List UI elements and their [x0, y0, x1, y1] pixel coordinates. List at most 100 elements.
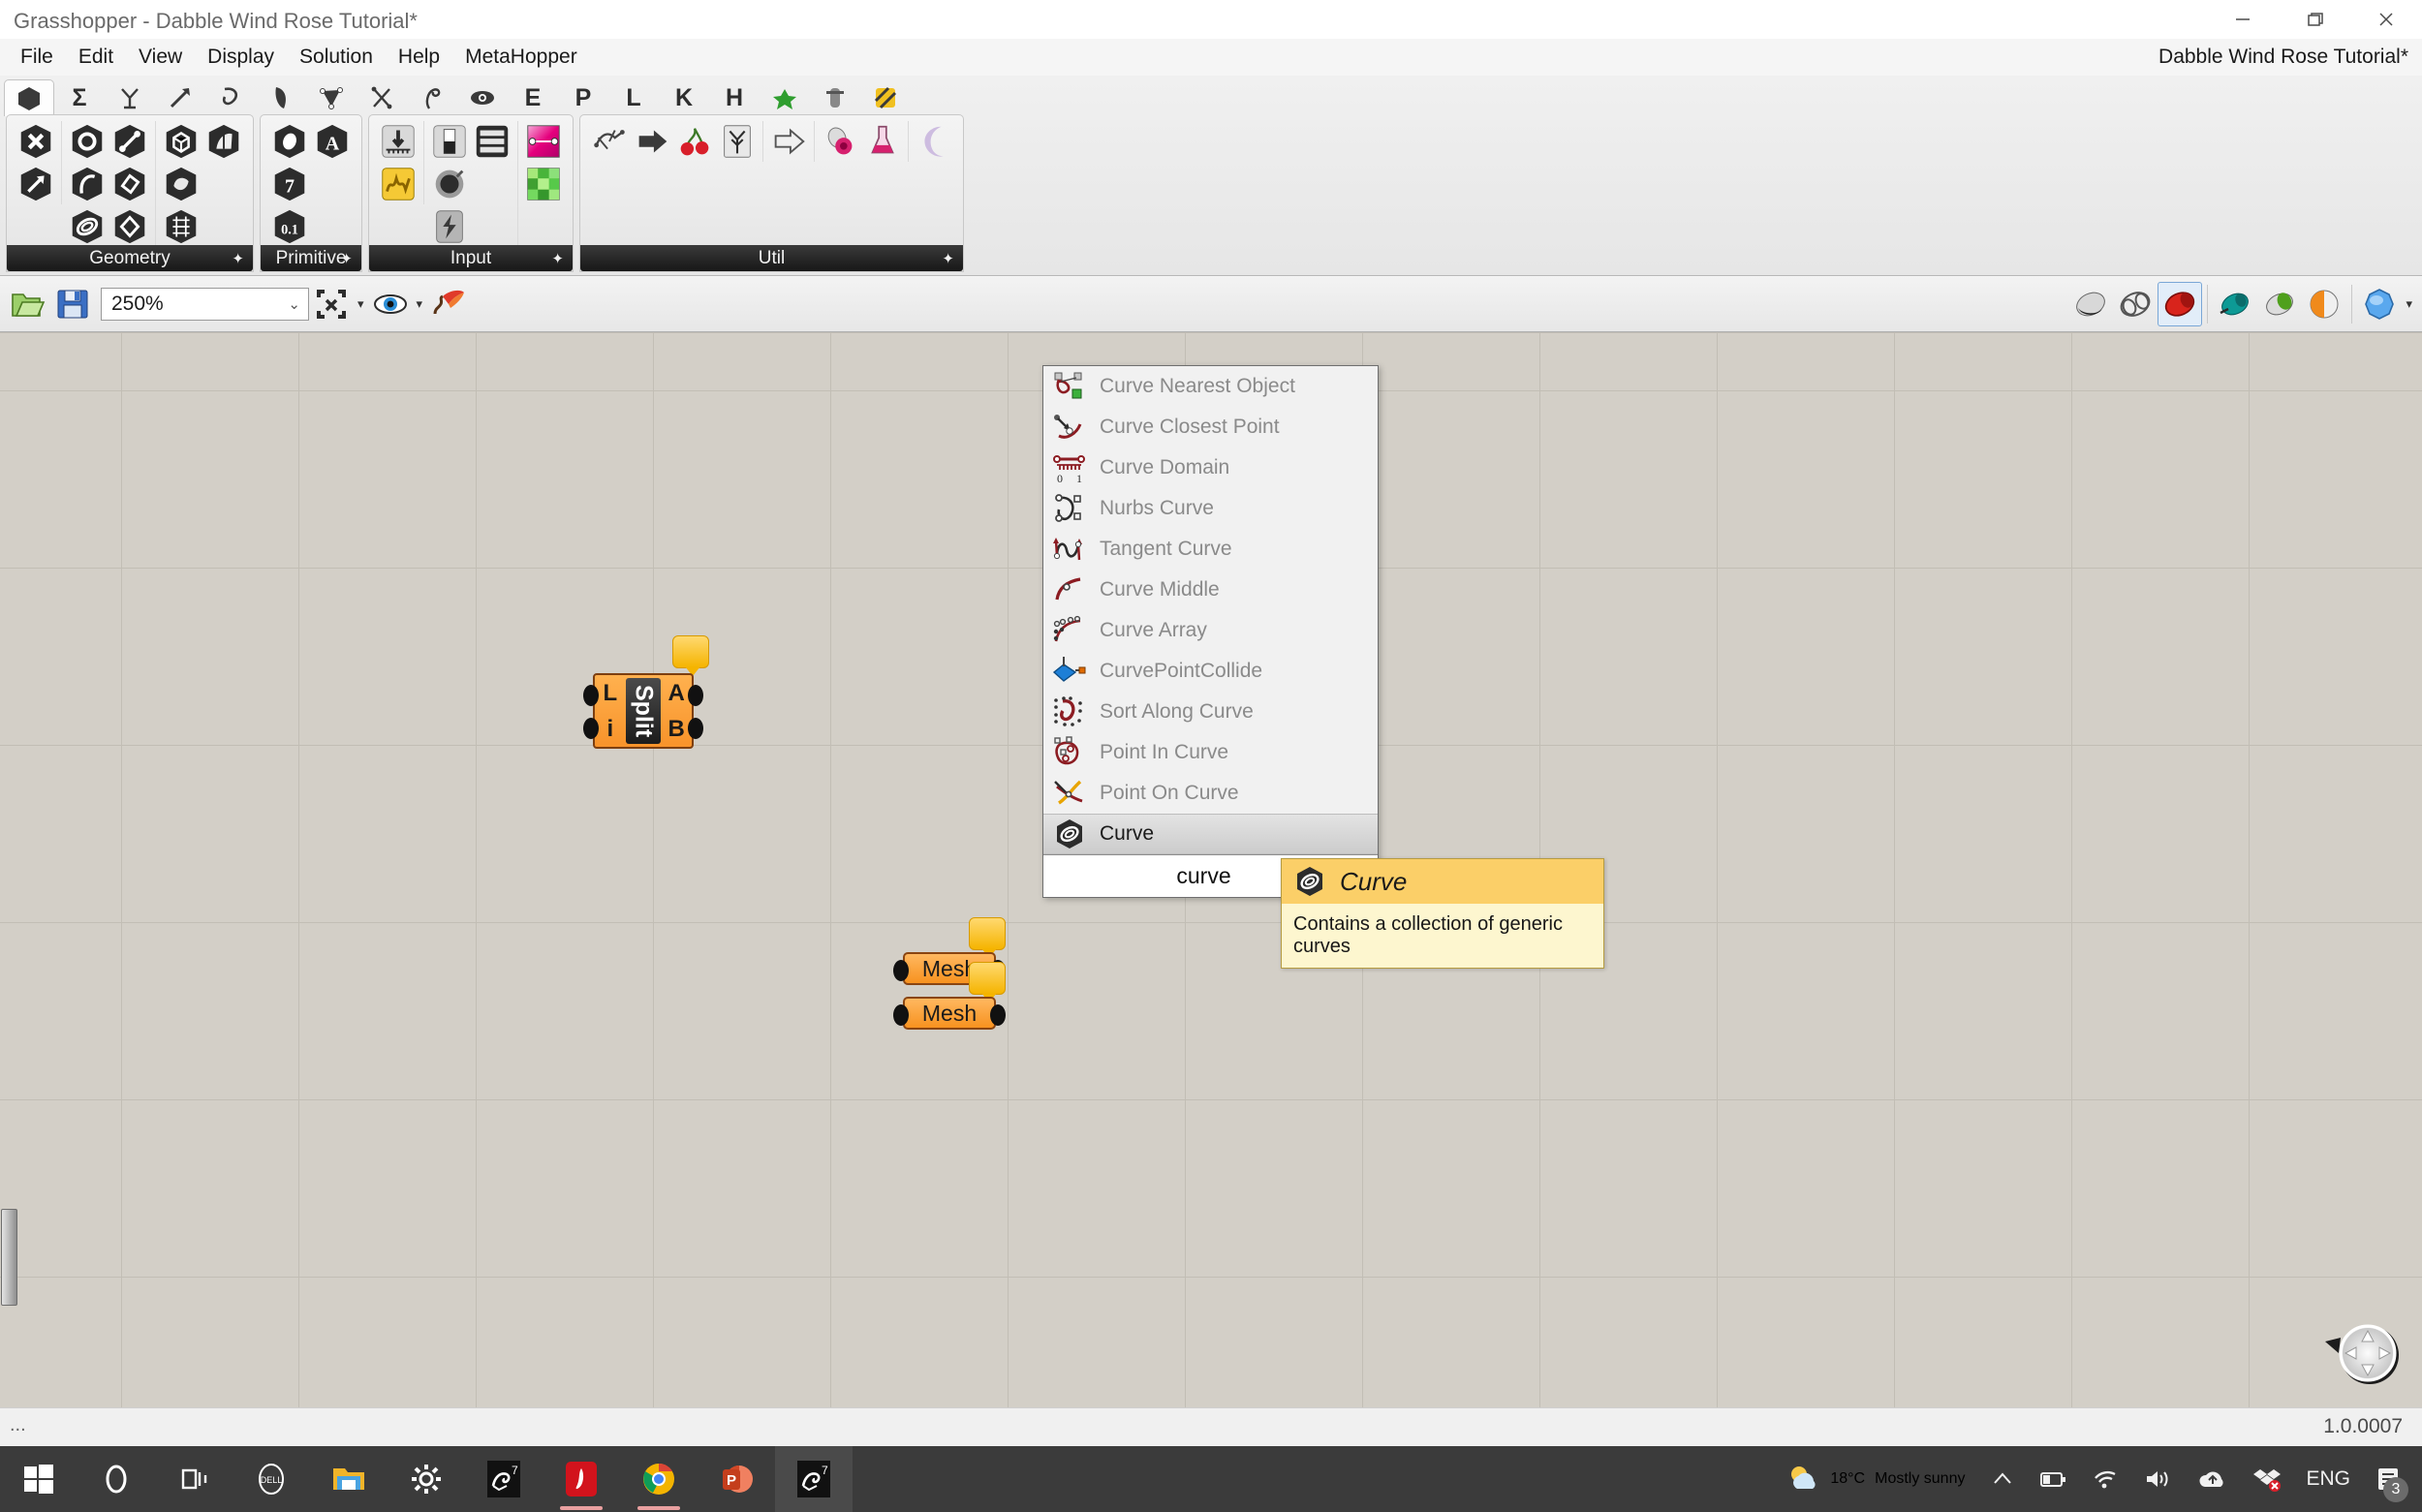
warning-balloon-mesh-2[interactable] — [969, 962, 1006, 1003]
tab-plugin-column[interactable] — [810, 79, 860, 116]
menu-edit[interactable]: Edit — [66, 42, 126, 73]
dropdown-item-nurbs-curve[interactable]: Nurbs Curve — [1043, 488, 1378, 529]
tab-maths[interactable]: Σ — [54, 79, 105, 116]
split-body[interactable]: L i Split A B — [583, 673, 703, 749]
moon-icon[interactable] — [914, 121, 954, 162]
vector-icon[interactable] — [16, 164, 56, 204]
tab-sets[interactable] — [105, 79, 155, 116]
warning-balloon-mesh-1[interactable] — [969, 917, 1006, 958]
tab-k[interactable]: K — [659, 79, 709, 116]
display-mode-shaded-grey-button[interactable] — [2068, 282, 2113, 326]
tab-vector[interactable] — [155, 79, 205, 116]
cluster-icon[interactable] — [820, 121, 860, 162]
split-output-port-A[interactable] — [688, 685, 703, 706]
language-indicator[interactable]: ENG — [2294, 1446, 2362, 1512]
number-param-icon[interactable]: 0.1 — [269, 206, 310, 247]
dropdown-item-curve-closest-point[interactable]: Curve Closest Point — [1043, 407, 1378, 447]
display-mode-green-button[interactable] — [2257, 282, 2302, 326]
display-mode-more-caret-icon[interactable]: ▾ — [2406, 296, 2412, 312]
integer-param-icon[interactable]: 7 — [269, 164, 310, 204]
volume-icon-button[interactable] — [2131, 1446, 2186, 1512]
sketch-button[interactable] — [426, 282, 471, 326]
dropbox-icon-button[interactable] — [2240, 1446, 2294, 1512]
dropdown-item-curve-array[interactable]: Curve Array — [1043, 610, 1378, 651]
tab-plugin-stripes[interactable] — [860, 79, 911, 116]
menu-file[interactable]: File — [8, 42, 66, 73]
boolean-param-icon[interactable] — [269, 121, 310, 162]
zoom-extents-caret-icon[interactable]: ▾ — [357, 296, 364, 312]
onedrive-icon-button[interactable] — [2186, 1446, 2240, 1512]
geometry-pipeline-icon[interactable] — [589, 121, 630, 162]
data-input-arrow-icon[interactable] — [768, 121, 809, 162]
maximize-button[interactable] — [2279, 0, 2350, 39]
box-param-icon[interactable] — [161, 121, 202, 162]
tab-e[interactable]: E — [508, 79, 558, 116]
open-document-button[interactable] — [6, 282, 50, 326]
brep-param-icon[interactable] — [203, 121, 244, 162]
menu-solution[interactable]: Solution — [287, 42, 386, 73]
tree-icon[interactable] — [717, 121, 758, 162]
panel-expand-caret-util[interactable]: ✦ — [942, 250, 954, 267]
notifications-button[interactable]: 3 — [2362, 1446, 2414, 1512]
close-button[interactable] — [2350, 0, 2422, 39]
tab-intersect[interactable] — [357, 79, 407, 116]
boolean-toggle-icon[interactable] — [429, 121, 470, 162]
number-slider-icon[interactable] — [378, 121, 419, 162]
zoom-extents-button[interactable] — [309, 282, 354, 326]
split-input-port-L[interactable] — [583, 685, 599, 706]
display-mode-orange-sphere-button[interactable] — [2302, 282, 2346, 326]
navigation-compass-widget[interactable] — [2315, 1320, 2405, 1390]
acrobat-button[interactable] — [543, 1446, 620, 1512]
display-mode-wireframe-button[interactable] — [2113, 282, 2158, 326]
dropdown-item-curve[interactable]: Curve — [1043, 814, 1378, 854]
task-view-button[interactable] — [155, 1446, 233, 1512]
dropdown-item-point-in-curve[interactable]: Point In Curve — [1043, 732, 1378, 773]
geometry-icon[interactable] — [16, 121, 56, 162]
panel-expand-caret-input[interactable]: ✦ — [551, 250, 564, 267]
menu-view[interactable]: View — [126, 42, 195, 73]
zoom-level-combobox[interactable]: 250% ⌄ — [101, 287, 309, 321]
line-param-icon[interactable] — [109, 121, 150, 162]
surface-param-icon[interactable] — [109, 164, 150, 204]
text-param-icon[interactable]: A — [312, 121, 353, 162]
tab-curve[interactable] — [205, 79, 256, 116]
weather-widget[interactable]: 18°C Mostly sunny — [1768, 1462, 1978, 1497]
panel-expand-caret-primitive[interactable]: ✦ — [340, 250, 353, 267]
menu-help[interactable]: Help — [386, 42, 452, 73]
mesh-1-input-port[interactable] — [893, 960, 909, 981]
component-split[interactable]: L i Split A B — [583, 635, 709, 749]
data-output-arrow-icon[interactable] — [632, 121, 672, 162]
minimize-button[interactable] — [2207, 0, 2279, 39]
warning-balloon-split[interactable] — [672, 635, 709, 676]
split-input-port-i[interactable] — [583, 718, 599, 739]
tab-h[interactable]: H — [709, 79, 760, 116]
wifi-icon-button[interactable] — [2079, 1446, 2131, 1512]
preview-toggle-button[interactable] — [368, 282, 413, 326]
knob-icon[interactable] — [429, 164, 470, 204]
mesh-face-icon[interactable] — [161, 206, 202, 247]
component-mesh-2[interactable]: Mesh — [893, 962, 1006, 1030]
canvas-vertical-scrollbar[interactable] — [1, 1209, 17, 1306]
display-mode-red-button[interactable] — [2158, 281, 2203, 326]
button-icon[interactable] — [429, 206, 470, 247]
circle-param-icon[interactable] — [67, 121, 108, 162]
mesh-param-icon[interactable] — [161, 164, 202, 204]
split-output-port-B[interactable] — [688, 718, 703, 739]
save-document-button[interactable] — [50, 282, 95, 326]
menu-metahopper[interactable]: MetaHopper — [452, 42, 590, 73]
settings-button[interactable] — [388, 1446, 465, 1512]
file-explorer-button[interactable] — [310, 1446, 388, 1512]
tab-plugin-star[interactable] — [760, 79, 810, 116]
start-button[interactable] — [0, 1446, 78, 1512]
preview-caret-icon[interactable]: ▾ — [417, 296, 423, 312]
value-list-icon[interactable] — [472, 121, 512, 162]
tab-p[interactable]: P — [558, 79, 608, 116]
arc-param-icon[interactable] — [67, 164, 108, 204]
tab-display[interactable] — [457, 79, 508, 116]
component-search-dropdown[interactable]: Curve Nearest Object Curve Closest Point… — [1042, 365, 1379, 898]
tab-mesh[interactable] — [306, 79, 357, 116]
menu-display[interactable]: Display — [195, 42, 287, 73]
gradient-icon[interactable] — [523, 121, 564, 162]
display-mode-blue-sphere-button[interactable] — [2357, 282, 2402, 326]
tab-params[interactable] — [4, 79, 54, 116]
